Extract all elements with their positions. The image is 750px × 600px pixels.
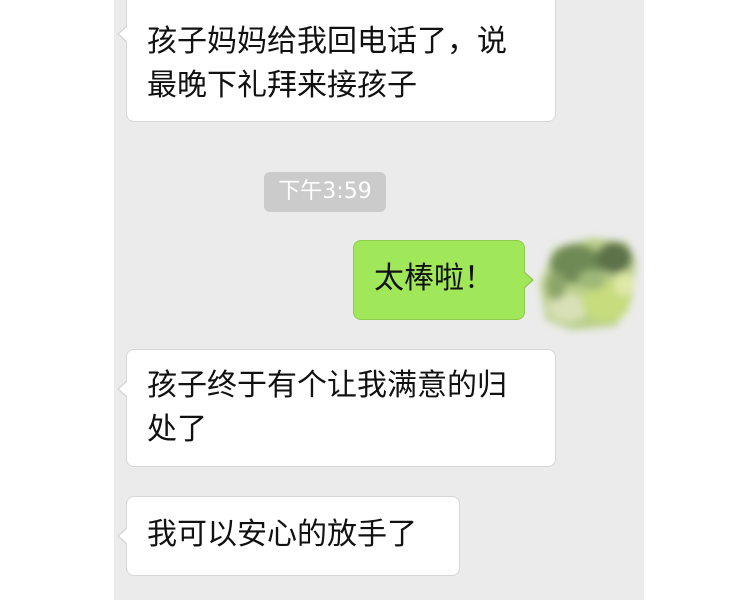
message-line: 孩子终于有个让我满意的归 <box>147 368 507 403</box>
incoming-message[interactable]: 孩子妈妈给我回电话了，说 最晚下礼拜来接孩子 <box>117 0 556 122</box>
message-line: 处了 <box>147 412 207 447</box>
chat-area: 孩子妈妈给我回电话了，说 最晚下礼拜来接孩子 下午3:59 太棒啦！ 孩子终于有… <box>114 0 644 600</box>
message-line: 太棒啦！ <box>374 261 494 296</box>
blurred-avatar-icon[interactable] <box>532 228 642 336</box>
outgoing-message[interactable]: 太棒啦！ <box>353 240 534 320</box>
incoming-message[interactable]: 我可以安心的放手了 <box>117 496 460 576</box>
message-line: 最晚下礼拜来接孩子 <box>147 68 417 103</box>
message-line: 我可以安心的放手了 <box>147 517 417 552</box>
incoming-message[interactable]: 孩子终于有个让我满意的归 处了 <box>117 349 556 467</box>
message-line: 孩子妈妈给我回电话了，说 <box>147 24 507 59</box>
timestamp-badge: 下午3:59 <box>264 172 386 212</box>
